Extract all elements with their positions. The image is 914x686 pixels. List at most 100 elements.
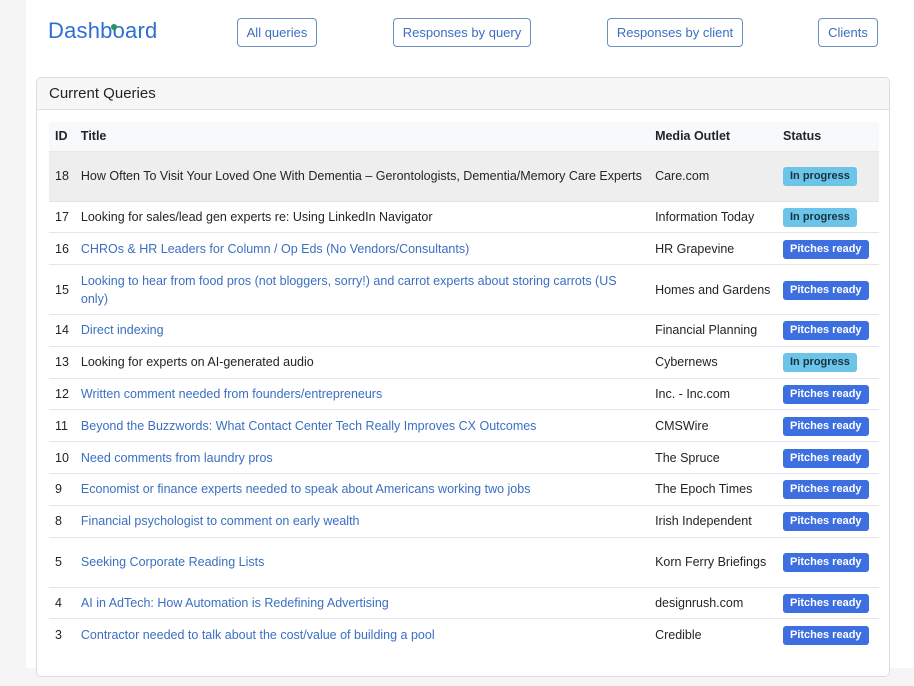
row-title-cell: Beyond the Buzzwords: What Contact Cente… xyxy=(74,409,650,442)
row-media-outlet: CMSWire xyxy=(649,409,777,442)
nav-responses-by-client-button[interactable]: Responses by client xyxy=(607,18,743,47)
row-id: 16 xyxy=(49,232,75,265)
row-id: 18 xyxy=(49,150,75,201)
row-title-cell: Looking for sales/lead gen experts re: U… xyxy=(74,200,650,233)
row-media-outlet: Financial Planning xyxy=(649,314,777,347)
row-title-link[interactable]: Beyond the Buzzwords: What Contact Cente… xyxy=(81,419,537,433)
table-row: 14 Direct indexing Financial Planning Pitch… xyxy=(49,314,879,347)
row-status-cell: Pitches ready xyxy=(777,473,879,506)
row-id: 5 xyxy=(49,536,75,588)
column-header-id: ID xyxy=(55,129,68,144)
table-row: 10 Need comments from laundry pros The Spr… xyxy=(49,441,879,474)
row-title-link[interactable]: Looking to hear from food pros (not blog… xyxy=(81,274,617,306)
row-id: 13 xyxy=(49,345,75,379)
queries-table: ID Title Media Outlet Status 18 How Often… xyxy=(49,122,879,651)
status-badge: In progress xyxy=(783,353,857,373)
table-row: 11 Beyond the Buzzwords: What Contact Cen… xyxy=(49,409,879,442)
row-status-cell: Pitches ready xyxy=(777,504,879,538)
status-badge: Pitches ready xyxy=(783,594,869,614)
row-id: 11 xyxy=(49,409,75,442)
table-row: 8 Financial psychologist to comment on ea… xyxy=(49,504,879,538)
row-title-cell: Looking to hear from food pros (not blog… xyxy=(74,264,650,315)
row-title-cell: Seeking Corporate Reading Lists xyxy=(74,536,650,588)
table-row: 3 Contractor needed to talk about the cos… xyxy=(49,618,879,651)
status-badge: In progress xyxy=(783,207,857,227)
row-title-link[interactable]: CHROs & HR Leaders for Column / Op Eds (… xyxy=(81,242,469,256)
row-media-outlet: The Epoch Times xyxy=(649,473,777,506)
status-badge: In progress xyxy=(783,167,857,186)
nav-responses-by-query-button[interactable]: Responses by query xyxy=(393,18,531,47)
row-title-link[interactable]: Seeking Corporate Reading Lists xyxy=(81,555,264,569)
table-row: 18 How Often To Visit Your Loved One With… xyxy=(49,150,879,201)
status-badge: Pitches ready xyxy=(783,626,869,646)
page: Dashboard All queries Responses by query… xyxy=(26,0,914,677)
row-title-cell: Direct indexing xyxy=(74,314,650,347)
row-id: 4 xyxy=(49,586,75,619)
row-title: Looking for experts on AI-generated audi… xyxy=(80,355,314,370)
row-id: 17 xyxy=(49,200,75,233)
table-row: 15 Looking to hear from food pros (not bl… xyxy=(49,264,879,315)
card-title: Current Queries xyxy=(37,78,889,110)
column-header-media-outlet: Media Outlet xyxy=(655,129,731,144)
row-media-outlet: Korn Ferry Briefings xyxy=(649,536,777,588)
status-badge: Pitches ready xyxy=(783,480,869,500)
row-media-outlet: HR Grapevine xyxy=(649,232,777,265)
row-title-cell: Looking for experts on AI-generated audi… xyxy=(74,345,650,379)
row-id: 3 xyxy=(49,618,75,651)
table-row: 9 Economist or finance experts needed to … xyxy=(49,473,879,506)
status-badge: Pitches ready xyxy=(783,416,869,436)
row-status-cell: Pitches ready xyxy=(777,264,879,315)
column-header-title: Title xyxy=(80,129,107,144)
status-badge: Pitches ready xyxy=(783,239,869,259)
row-id: 15 xyxy=(49,264,75,315)
row-title: Looking for sales/lead gen experts re: U… xyxy=(80,209,433,224)
row-title-link[interactable]: AI in AdTech: How Automation is Redefini… xyxy=(81,596,389,610)
row-media-outlet: Care.com xyxy=(649,150,777,201)
current-queries-card: Current Queries ID Title Media Outlet St… xyxy=(36,77,890,677)
row-title-cell: Contractor needed to talk about the cost… xyxy=(74,618,650,651)
status-badge: Pitches ready xyxy=(783,448,869,468)
row-id: 8 xyxy=(49,504,75,538)
row-title-cell: AI in AdTech: How Automation is Redefini… xyxy=(74,586,650,619)
row-status-cell: In progress xyxy=(777,200,879,233)
row-status-cell: In progress xyxy=(777,150,879,201)
row-media-outlet: Homes and Gardens xyxy=(649,264,777,315)
status-badge: Pitches ready xyxy=(783,385,869,405)
row-media-outlet: Irish Independent xyxy=(649,504,777,538)
table-row: 12 Written comment needed from founders/e… xyxy=(49,377,879,410)
row-media-outlet: The Spruce xyxy=(649,441,777,474)
nav-clients-button[interactable]: Clients xyxy=(818,18,878,47)
status-badge: Pitches ready xyxy=(783,321,869,341)
row-title: How Often To Visit Your Loved One With D… xyxy=(80,169,642,183)
row-title-link[interactable]: Need comments from laundry pros xyxy=(81,451,273,465)
row-title-cell: Written comment needed from founders/ent… xyxy=(74,377,650,410)
row-media-outlet: Inc. - Inc.com xyxy=(649,377,777,410)
status-badge: Pitches ready xyxy=(783,512,869,532)
row-id: 14 xyxy=(49,314,75,347)
row-title-cell: Need comments from laundry pros xyxy=(74,441,650,474)
row-status-cell: Pitches ready xyxy=(777,409,879,442)
row-id: 9 xyxy=(49,473,75,506)
row-title-link[interactable]: Contractor needed to talk about the cost… xyxy=(81,628,435,642)
table-row: 5 Seeking Corporate Reading Lists Korn Fer… xyxy=(49,536,879,588)
status-badge: Pitches ready xyxy=(783,553,869,573)
brand-dot-icon xyxy=(111,24,117,30)
row-title-link[interactable]: Financial psychologist to comment on ear… xyxy=(81,514,360,528)
row-title-link[interactable]: Economist or finance experts needed to s… xyxy=(81,482,531,496)
row-media-outlet: designrush.com xyxy=(649,586,777,619)
row-status-cell: Pitches ready xyxy=(777,536,879,588)
table-row: 16 CHROs & HR Leaders for Column / Op Eds… xyxy=(49,232,879,265)
row-status-cell: Pitches ready xyxy=(777,618,879,651)
top-navbar: Dashboard All queries Responses by query… xyxy=(26,0,914,66)
brand-logo[interactable]: Dashboard xyxy=(48,18,157,44)
row-status-cell: Pitches ready xyxy=(777,232,879,265)
row-title-cell: How Often To Visit Your Loved One With D… xyxy=(74,150,650,201)
row-title-link[interactable]: Written comment needed from founders/ent… xyxy=(81,387,382,401)
row-status-cell: Pitches ready xyxy=(777,441,879,474)
table-row: 4 AI in AdTech: How Automation is Redefin… xyxy=(49,586,879,619)
nav-all-queries-button[interactable]: All queries xyxy=(237,18,317,47)
row-title-link[interactable]: Direct indexing xyxy=(81,323,164,337)
row-media-outlet: Credible xyxy=(649,618,777,651)
table-header-row: ID Title Media Outlet Status xyxy=(49,122,879,151)
row-status-cell: Pitches ready xyxy=(777,377,879,410)
